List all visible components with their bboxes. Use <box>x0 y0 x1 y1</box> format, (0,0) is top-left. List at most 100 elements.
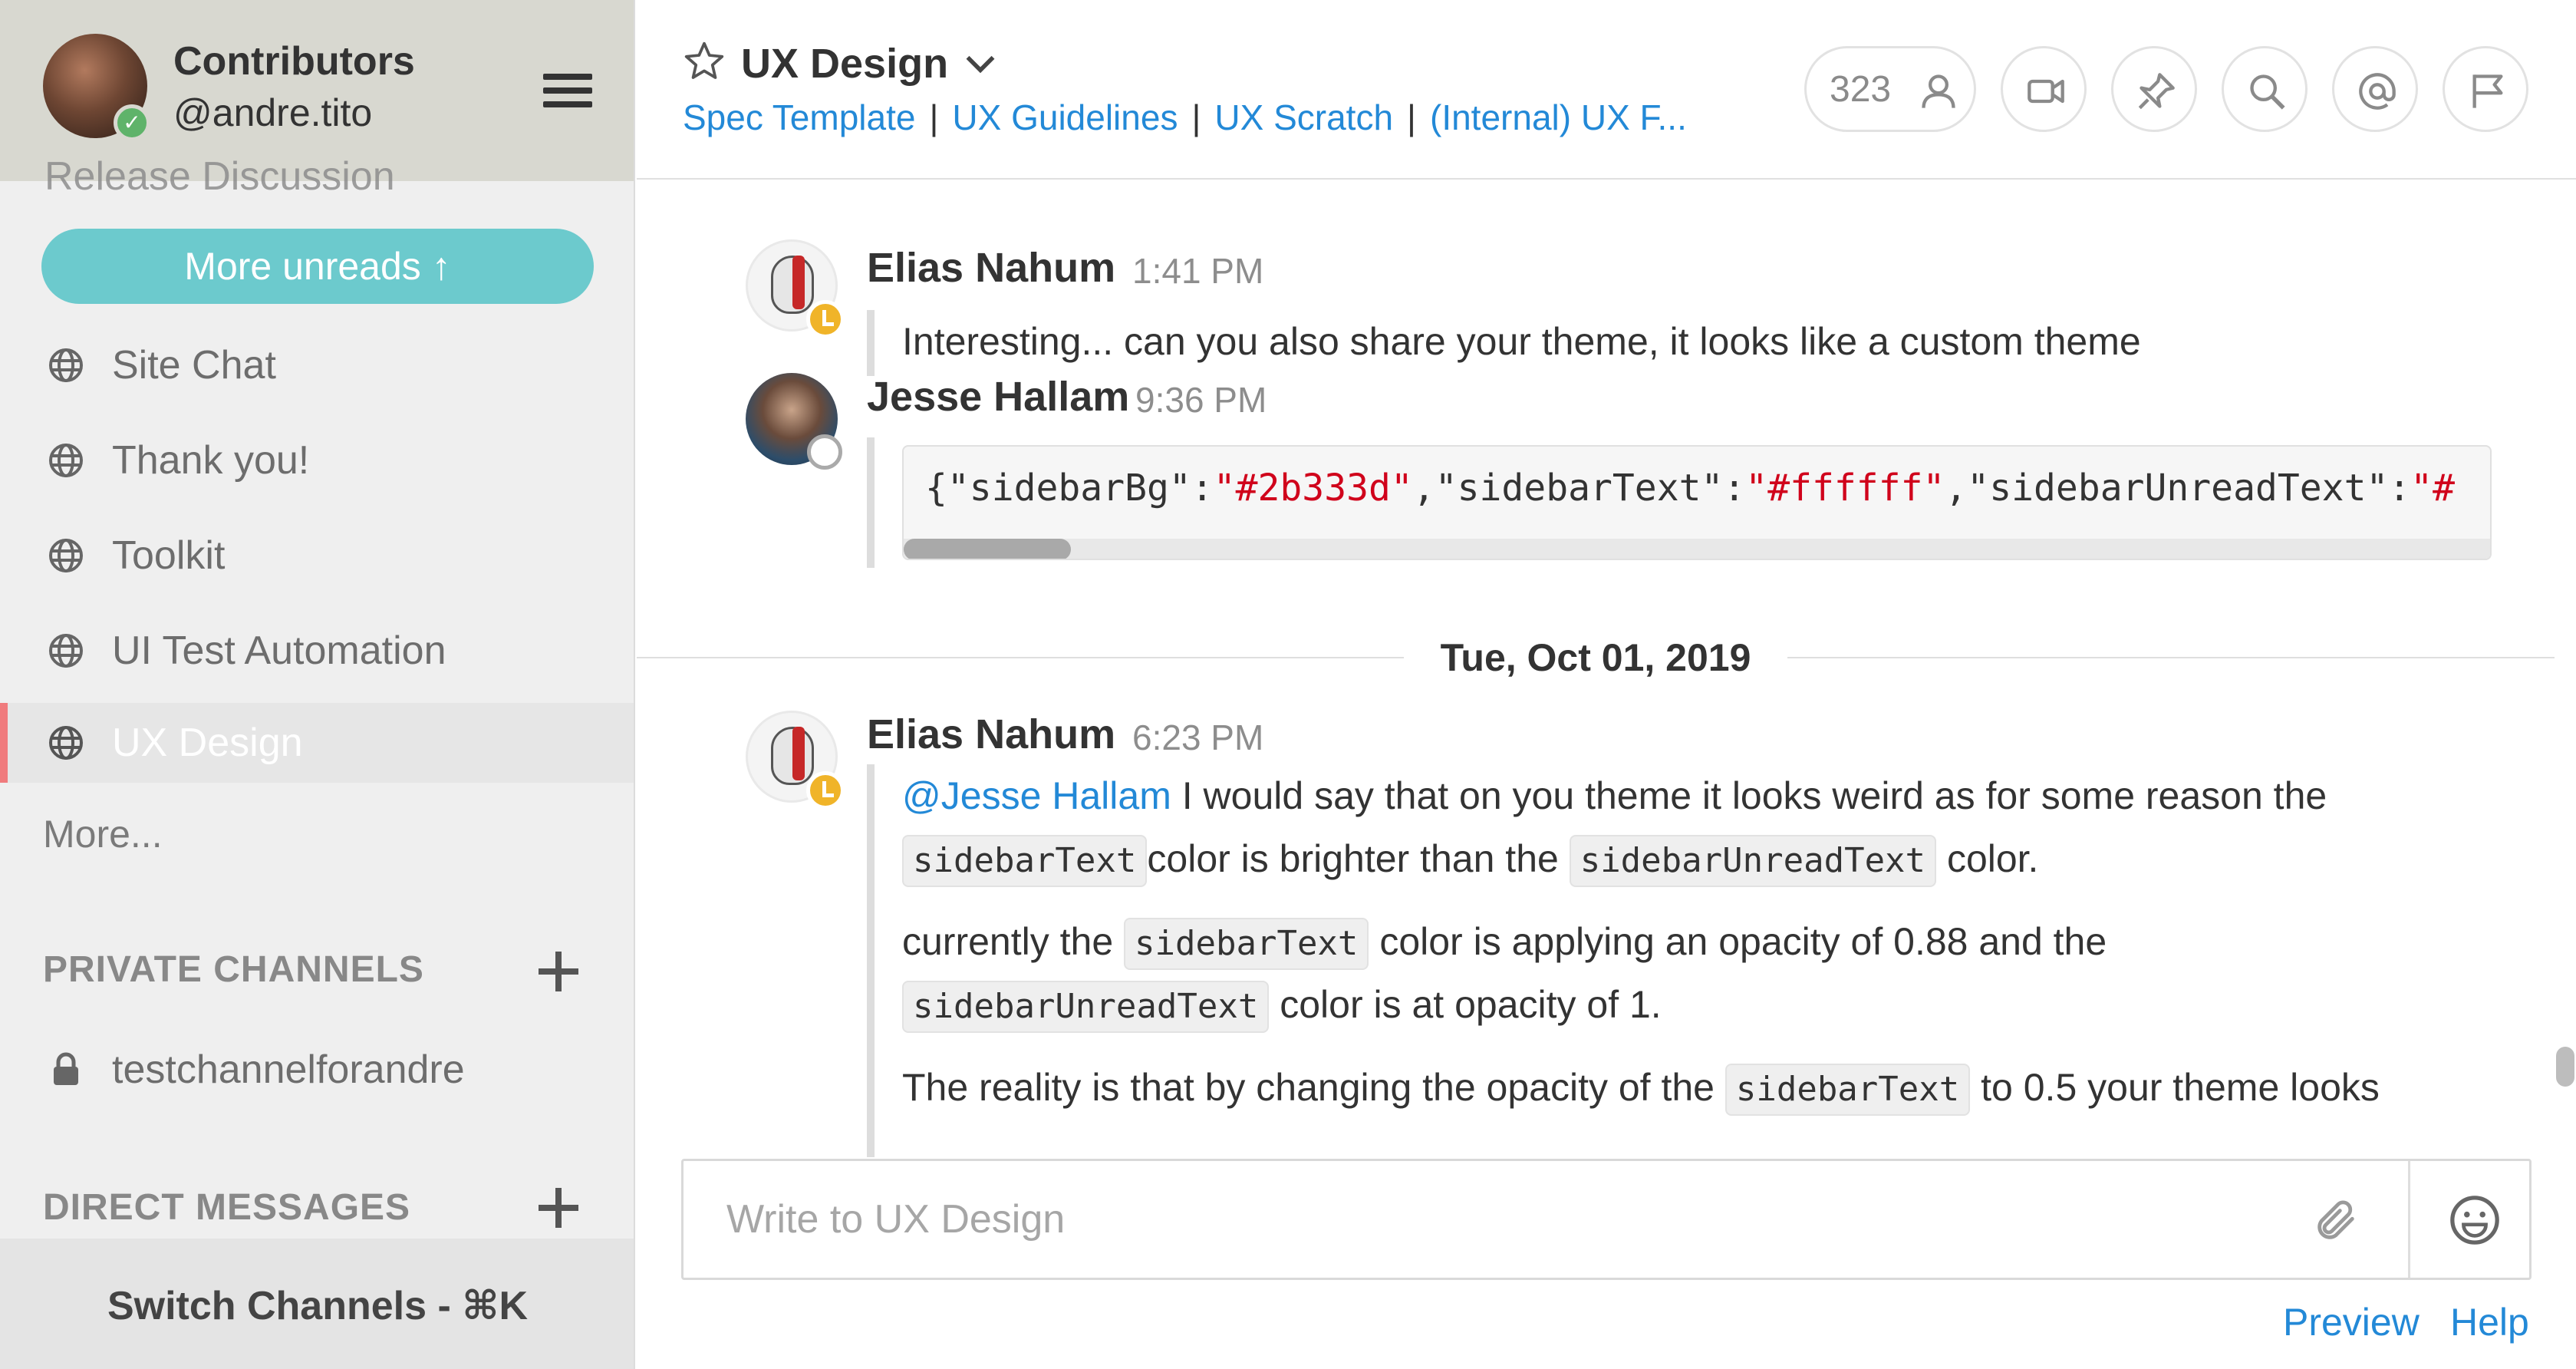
link-ux-guidelines[interactable]: UX Guidelines <box>952 97 1178 137</box>
link-spec-template[interactable]: Spec Template <box>683 97 915 137</box>
recent-mentions-button[interactable] <box>2332 46 2418 132</box>
post-body: Interesting... can you also share your t… <box>867 310 2401 376</box>
avatar[interactable] <box>746 711 845 810</box>
online-status-icon: ✓ <box>114 104 150 141</box>
video-call-icon <box>2028 79 2064 104</box>
lock-icon <box>54 1052 78 1085</box>
post-time[interactable]: 1:41 PM <box>1132 250 1263 292</box>
hamburger-menu-icon[interactable] <box>543 74 592 107</box>
sidebar-item-ui-test-automation[interactable]: UI Test Automation <box>0 611 634 691</box>
link-ux-scratch[interactable]: UX Scratch <box>1214 97 1393 137</box>
search-icon <box>2250 74 2285 110</box>
post-time[interactable]: 6:23 PM <box>1132 717 1263 758</box>
inline-code: sidebarText <box>1124 918 1369 970</box>
link-separator: | <box>929 97 939 137</box>
more-unreads-label: More unreads <box>184 245 421 288</box>
inline-code: sidebarUnreadText <box>902 981 1270 1033</box>
video-call-button[interactable] <box>2001 46 2087 132</box>
post-body: {"sidebarBg":"#2b333d","sidebarText":"#f… <box>867 437 2492 568</box>
code-token: : <box>1191 467 1214 510</box>
sidebar-item-testchannelforandre[interactable]: testchannelforandre <box>0 1030 634 1110</box>
sidebar-item-label: testchannelforandre <box>112 1047 465 1092</box>
arrow-up-icon: ↑ <box>431 245 451 288</box>
switch-channels-footer[interactable]: Switch Channels - ⌘K <box>0 1239 634 1369</box>
away-status-icon <box>806 771 845 810</box>
inline-code: sidebarText <box>902 835 1148 887</box>
chevron-down-icon[interactable] <box>964 51 997 78</box>
post-author[interactable]: Jesse Hallam <box>867 373 1129 421</box>
channel-header: UX Design Spec Template | UX Guidelines | UX… <box>637 0 2576 180</box>
code-token: , <box>1945 467 1968 510</box>
message-composer <box>681 1159 2532 1280</box>
message-list[interactable]: Elias Nahum 1:41 PM Interesting... can y… <box>637 181 2555 1157</box>
sidebar-item-site-chat[interactable]: Site Chat <box>0 325 634 405</box>
post-paragraph: The reality is that by changing the opac… <box>902 1056 2401 1119</box>
avatar[interactable] <box>746 239 845 338</box>
search-button[interactable] <box>2222 46 2308 132</box>
flagged-posts-button[interactable] <box>2443 46 2528 132</box>
preview-link[interactable]: Preview <box>2283 1300 2420 1344</box>
code-block[interactable]: {"sidebarBg":"#2b333d","sidebarText":"#f… <box>902 445 2492 560</box>
pin-icon <box>2138 73 2175 110</box>
sidebar-item-label: Thank you! <box>112 438 310 483</box>
post-author[interactable]: Elias Nahum <box>867 711 1115 758</box>
member-list-button[interactable]: 323 <box>1804 46 1976 132</box>
post-text: I would say that on you theme it looks w… <box>1171 774 2327 817</box>
avatar[interactable] <box>746 373 842 470</box>
user-icon <box>1922 74 1955 108</box>
code-scrollbar[interactable] <box>904 539 2490 559</box>
globe-icon <box>49 348 83 382</box>
code-token: "#ffffff" <box>1745 467 1945 510</box>
post-text: color is brighter than the <box>1147 837 1570 880</box>
post-author[interactable]: Elias Nahum <box>867 244 1115 292</box>
sidebar-item-release-discussion[interactable]: Release Discussion <box>44 153 395 200</box>
code-token: , <box>1412 467 1435 510</box>
favorite-star-icon[interactable] <box>683 40 726 83</box>
help-link[interactable]: Help <box>2450 1300 2529 1344</box>
post-text: color. <box>1936 837 2039 880</box>
code-token: "# <box>2410 467 2456 510</box>
add-private-channel-icon[interactable] <box>535 948 581 995</box>
away-status-icon <box>806 300 845 338</box>
sidebar-item-label: Site Chat <box>112 343 276 388</box>
attachment-icon[interactable] <box>2311 1196 2360 1245</box>
code-scrollbar-thumb[interactable] <box>904 539 1071 559</box>
code-token: "sidebarText" <box>1435 467 1724 510</box>
direct-messages-title: DIRECT MESSAGES <box>43 1187 411 1228</box>
code-token: : <box>1723 467 1746 510</box>
sidebar-item-label: UX Design <box>112 721 303 765</box>
globe-icon <box>49 634 83 668</box>
more-unreads-button[interactable]: More unreads ↑ <box>41 229 594 304</box>
user-mention-link[interactable]: @Jesse Hallam <box>902 774 1171 817</box>
sidebar-item-toolkit[interactable]: Toolkit <box>0 516 634 595</box>
sidebar-item-label: UI Test Automation <box>112 628 446 673</box>
inline-code: sidebarUnreadText <box>1569 835 1937 887</box>
message-list-scrollbar[interactable] <box>2556 1047 2574 1087</box>
sidebar-item-thank-you[interactable]: Thank you! <box>0 421 634 500</box>
globe-icon <box>49 444 83 477</box>
link-separator: | <box>1191 97 1201 137</box>
pinned-posts-button[interactable] <box>2111 46 2197 132</box>
link-internal-ux[interactable]: (Internal) UX F... <box>1430 97 1687 137</box>
code-token: "#2b333d" <box>1213 467 1413 510</box>
post-time[interactable]: 9:36 PM <box>1135 379 1267 421</box>
post-body: @Jesse Hallam I would say that on you th… <box>867 764 2401 1157</box>
avatar[interactable]: ✓ <box>43 34 150 141</box>
profile-picture-detail <box>792 256 805 309</box>
emoji-icon[interactable] <box>2448 1193 2502 1247</box>
channel-title[interactable]: UX Design <box>741 40 948 87</box>
post-text: Interesting... can you also share your t… <box>902 320 2141 363</box>
post-paragraph: currently the sidebarText color is apply… <box>902 910 2401 1036</box>
flag-icon <box>2472 74 2503 108</box>
add-direct-message-icon[interactable] <box>535 1185 581 1231</box>
sidebar-item-ux-design[interactable]: UX Design <box>0 703 634 783</box>
username: @andre.tito <box>173 91 373 134</box>
header-links: Spec Template | UX Guidelines | UX Scratch | (… <box>683 97 1687 138</box>
more-channels-link[interactable]: More... <box>43 812 163 856</box>
date-separator-label: Tue, Oct 01, 2019 <box>1405 636 1787 679</box>
at-mention-icon <box>2359 73 2396 110</box>
composer-divider <box>2408 1161 2410 1278</box>
switch-channels-button[interactable]: Switch Channels - ⌘K <box>0 1283 634 1329</box>
message-input[interactable] <box>684 1161 2410 1278</box>
post-text: to 0.5 your theme looks <box>1970 1066 2380 1109</box>
